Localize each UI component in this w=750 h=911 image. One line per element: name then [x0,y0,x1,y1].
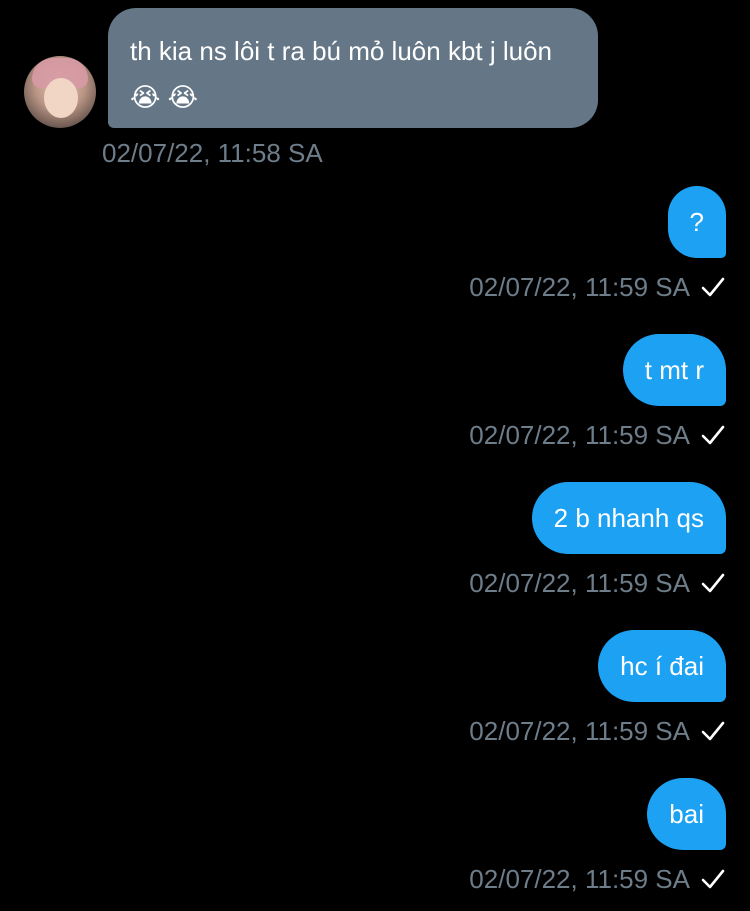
outgoing-message-bubble[interactable]: t mt r [622,334,726,406]
sent-check-icon [701,721,725,741]
outgoing-message-text: t mt r [644,355,704,385]
sent-check-icon [701,869,725,889]
outgoing-message-bubble[interactable]: 2 b nhanh qs [531,482,726,554]
sent-check-icon [701,573,725,593]
outgoing-message-bubble[interactable]: hc í đai [598,630,726,702]
outgoing-message-timestamp: 02/07/22, 11:59 SA [469,568,690,598]
incoming-message-timestamp: 02/07/22, 11:58 SA [102,138,323,168]
avatar-face [44,78,78,118]
outgoing-message-meta: 02/07/22, 11:59 SA [469,862,726,896]
outgoing-message-text: ? [689,207,704,237]
avatar[interactable] [24,56,96,128]
sent-check-icon [701,425,725,445]
outgoing-message-1: ? 02/07/22, 11:59 SA [469,186,726,304]
outgoing-message-text: hc í đai [620,651,704,681]
outgoing-message-bubble[interactable]: ? [667,186,726,258]
outgoing-message-timestamp: 02/07/22, 11:59 SA [469,420,690,450]
incoming-message-bubble[interactable]: th kia ns lôi t ra bú mỏ luôn kbt j luôn… [108,8,598,128]
outgoing-message-text: 2 b nhanh qs [553,503,704,533]
sent-check-icon [701,277,725,297]
incoming-message-text: th kia ns lôi t ra bú mỏ luôn kbt j luôn… [130,36,553,112]
outgoing-message-meta: 02/07/22, 11:59 SA [469,714,726,748]
outgoing-message-text: bai [669,799,704,829]
outgoing-message-timestamp: 02/07/22, 11:59 SA [469,864,690,894]
outgoing-message-2: t mt r 02/07/22, 11:59 SA [469,334,726,452]
outgoing-message-3: 2 b nhanh qs 02/07/22, 11:59 SA [469,482,726,600]
outgoing-message-meta: 02/07/22, 11:59 SA [469,566,726,600]
outgoing-message-bubble[interactable]: bai [647,778,726,850]
outgoing-message-5: bai 02/07/22, 11:59 SA [469,778,726,896]
outgoing-message-timestamp: 02/07/22, 11:59 SA [469,716,690,746]
outgoing-message-4: hc í đai 02/07/22, 11:59 SA [469,630,726,748]
outgoing-message-timestamp: 02/07/22, 11:59 SA [469,272,690,302]
outgoing-message-meta: 02/07/22, 11:59 SA [469,418,726,452]
outgoing-message-meta: 02/07/22, 11:59 SA [469,270,726,304]
